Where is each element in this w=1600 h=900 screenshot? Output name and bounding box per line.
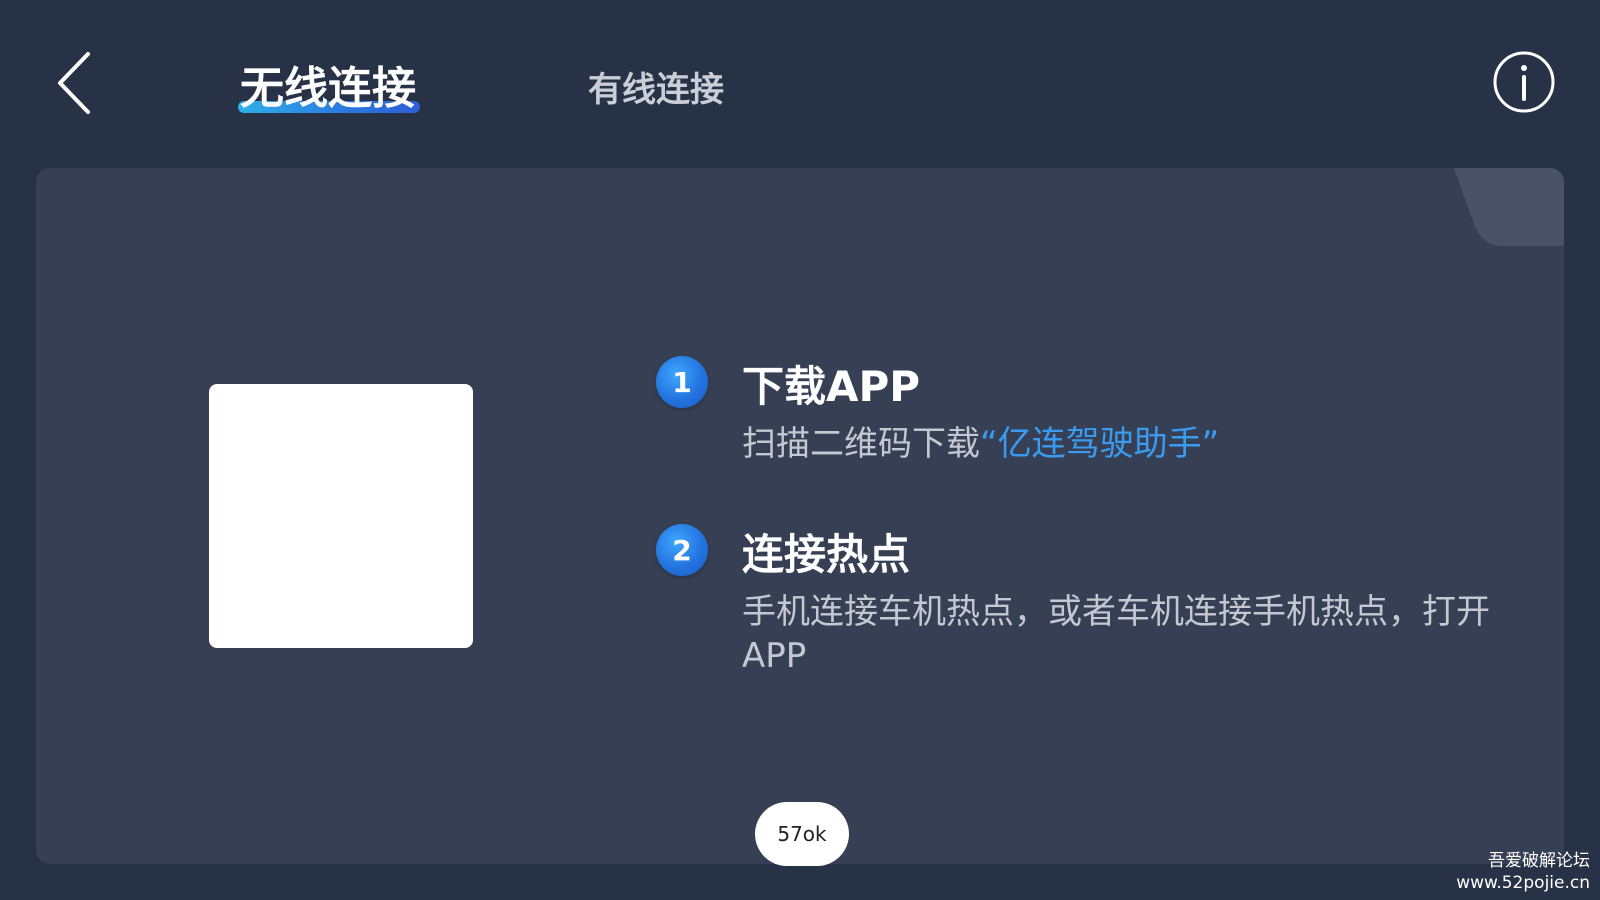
step-title: 下载APP	[742, 362, 921, 411]
tab-wired-label: 有线连接	[588, 70, 724, 110]
step-desc-text: 扫描二维码下载	[742, 424, 980, 464]
tab-wired-connection[interactable]: 有线连接	[588, 62, 724, 111]
tab-wireless-label: 无线连接	[240, 63, 416, 114]
info-circle-icon	[1493, 51, 1555, 113]
watermark-url: www.52pojie.cn	[1456, 873, 1590, 893]
app-name-highlight: “亿连驾驶助手”	[980, 424, 1220, 464]
chevron-left-icon	[58, 52, 90, 114]
back-button[interactable]	[50, 48, 100, 118]
step-number-badge: 2	[656, 524, 708, 576]
toast-message: 57ok	[755, 802, 849, 866]
step-title: 连接热点	[742, 530, 911, 579]
tab-wireless-connection[interactable]: 无线连接	[240, 52, 416, 116]
connection-card: 1 下载APP 扫描二维码下载“亿连驾驶助手” 2 连接热点 手机连接车机热点，…	[36, 168, 1564, 864]
info-button[interactable]	[1492, 50, 1556, 114]
step-description: 扫描二维码下载“亿连驾驶助手”	[742, 422, 1512, 466]
card-corner-decoration	[1454, 168, 1564, 246]
wireless-connection-screen: 无线连接 有线连接 1 下载APP 扫描二维码下载“亿连驾驶助手” 2 连接热点…	[0, 0, 1600, 900]
qr-code	[209, 384, 473, 648]
watermark: 吾爱破解论坛 www.52pojie.cn	[1456, 850, 1590, 894]
step-description: 手机连接车机热点，或者车机连接手机热点，打开APP	[742, 592, 1490, 676]
step-number-badge: 1	[656, 356, 708, 408]
watermark-title: 吾爱破解论坛	[1488, 851, 1590, 871]
